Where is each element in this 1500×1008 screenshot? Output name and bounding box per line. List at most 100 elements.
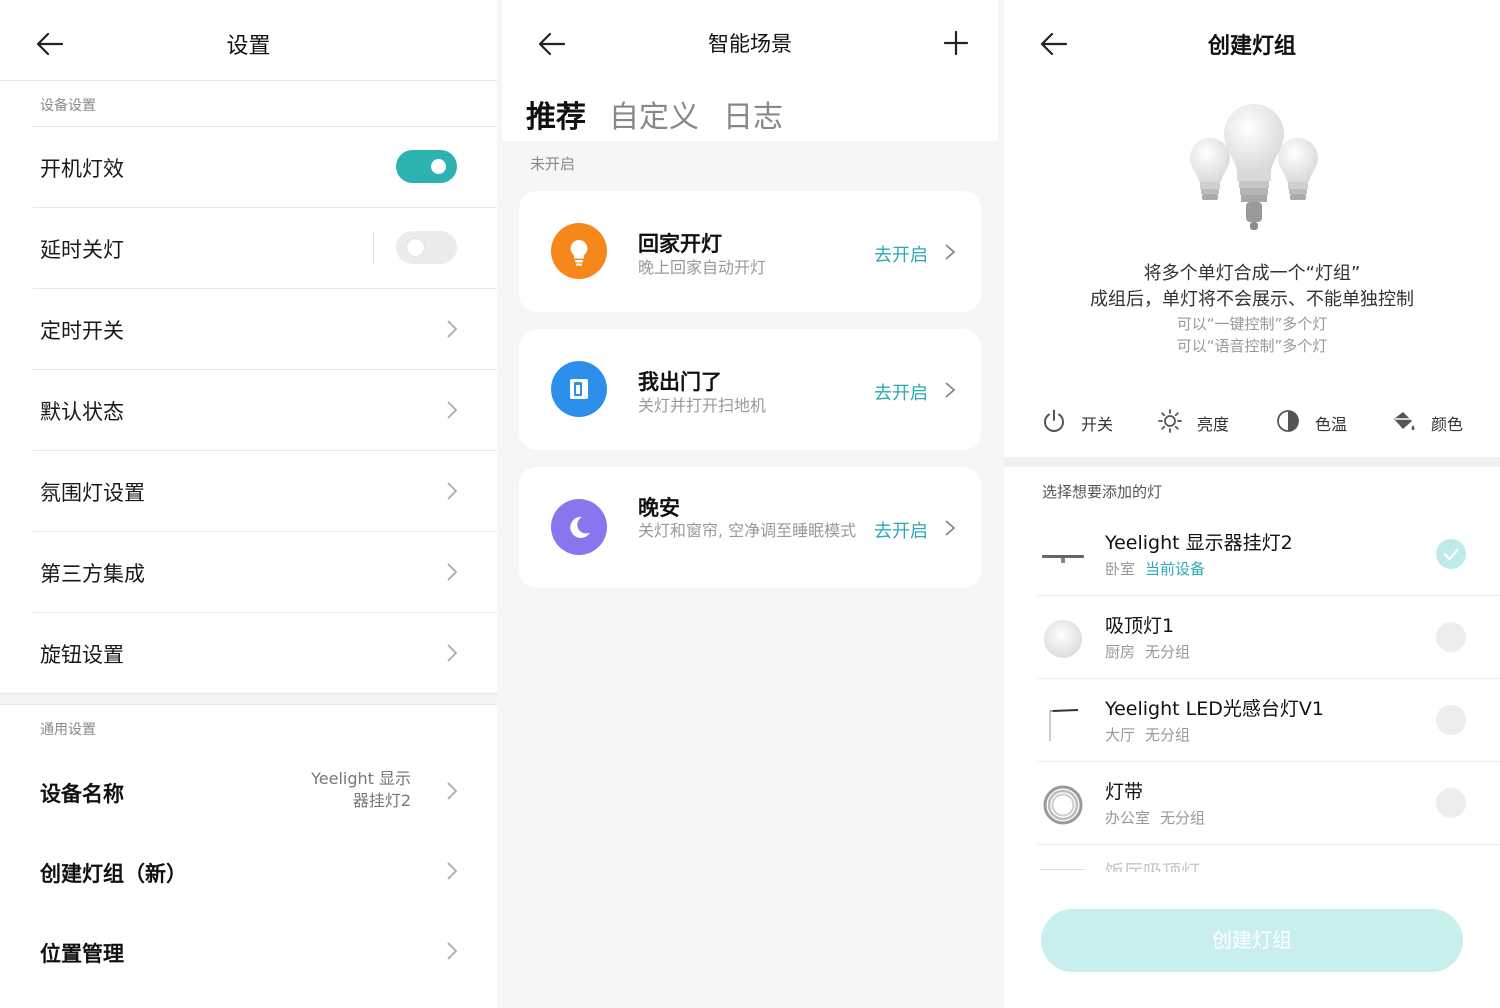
check-icon — [1443, 548, 1459, 561]
monitor-light-bar-icon — [1040, 533, 1086, 579]
lamp-name: Yeelight 显示器挂灯2 — [1105, 532, 1293, 554]
row-label: 默认状态 — [40, 400, 124, 424]
create-group-panel: 创建灯组 将多个单灯合成一个“灯组” 成组后，单灯将不会展示、不能单独控制 可以… — [1004, 0, 1500, 1008]
feature-label: 颜色 — [1431, 415, 1464, 434]
settings-row-boot-effect: 开机灯效 — [33, 126, 497, 207]
scene-title: 晚安 — [638, 496, 680, 520]
lamp-room: 卧室 — [1105, 560, 1136, 578]
intro-line: 将多个单灯合成一个“灯组” — [1143, 263, 1361, 284]
desk-lamp-icon — [1040, 699, 1086, 745]
lamp-tag: 无分组 — [1145, 726, 1191, 744]
settings-row-third-party[interactable]: 第三方集成 — [33, 531, 497, 612]
intro-note: 可以“语音控制”多个灯 — [1176, 337, 1328, 355]
row-label: 设备名称 — [40, 782, 124, 806]
lamp-tag: 无分组 — [1160, 809, 1206, 827]
lamp-room: 办公室 — [1105, 809, 1151, 827]
section-label-general: 通用设置 — [40, 722, 96, 738]
settings-row-knob[interactable]: 旋钮设置 — [33, 612, 497, 693]
page-title: 设置 — [226, 34, 271, 59]
feature-label: 亮度 — [1197, 415, 1230, 434]
lamp-item[interactable]: Yeelight 显示器挂灯2 卧室 当前设备 — [1036, 513, 1500, 596]
vertical-divider — [373, 231, 374, 265]
row-label: 延时关灯 — [40, 238, 124, 262]
device-name-value: Yeelight 显示 器挂灯2 — [311, 768, 411, 812]
partial-lamp-name: 饭厅吸顶灯 — [1105, 861, 1201, 872]
chevron-right-icon — [445, 861, 459, 881]
settings-row-create-group[interactable]: 创建灯组（新） — [40, 831, 497, 911]
tab-custom[interactable]: 自定义 — [609, 92, 699, 136]
select-lamps-label: 选择想要添加的灯 — [1042, 483, 1163, 501]
scene-title: 我出门了 — [638, 370, 722, 394]
add-scene-plus-icon[interactable] — [942, 29, 970, 57]
chevron-right-icon — [445, 781, 459, 801]
chevron-right-icon — [944, 519, 956, 537]
lamp-checkbox[interactable] — [1436, 788, 1466, 818]
chevron-right-icon — [944, 243, 956, 261]
chevron-right-icon — [445, 562, 459, 582]
section-label-device: 设备设置 — [40, 98, 96, 114]
feature-label: 色温 — [1315, 415, 1348, 434]
lamp-name: 吸顶灯1 — [1105, 615, 1175, 637]
enable-scene-link[interactable]: 去开启 — [874, 379, 928, 405]
enable-scene-link[interactable]: 去开启 — [874, 241, 928, 267]
lamp-tag: 当前设备 — [1145, 560, 1206, 578]
value-line: Yeelight 显示 — [311, 769, 411, 788]
lamp-meta: 办公室 无分组 — [1105, 807, 1205, 828]
section-divider — [1004, 457, 1500, 467]
light-strip-icon — [1040, 782, 1086, 828]
power-icon — [1044, 409, 1064, 432]
lightbulb-icon — [551, 223, 607, 279]
scene-card-goodnight[interactable]: 晚安 关灯和窗帘, 空净调至睡眠模式 去开启 — [519, 467, 981, 588]
lamp-item[interactable]: Yeelight LED光感台灯V1 大厅 无分组 — [1036, 679, 1500, 762]
page-title: 创建灯组 — [1207, 34, 1296, 59]
row-label: 定时开关 — [40, 319, 124, 343]
row-label: 开机灯效 — [40, 157, 124, 181]
chevron-right-icon — [445, 481, 459, 501]
scene-description: 晚上回家自动开灯 — [638, 258, 767, 277]
door-icon — [551, 361, 607, 417]
tab-recommended[interactable]: 推荐 — [526, 92, 586, 136]
lamp-item[interactable]: 吸顶灯1 厨房 无分组 — [1036, 596, 1500, 679]
scene-card-home[interactable]: 回家开灯 晚上回家自动开灯 去开启 — [519, 191, 981, 312]
intro-note: 可以“一键控制”多个灯 — [1176, 315, 1328, 333]
lamp-meta: 大厅 无分组 — [1105, 724, 1190, 745]
row-label: 氛围灯设置 — [40, 481, 145, 505]
brightness-icon — [1158, 409, 1182, 433]
settings-row-default-state[interactable]: 默认状态 — [33, 369, 497, 450]
settings-row-ambient[interactable]: 氛围灯设置 — [33, 450, 497, 531]
row-label: 位置管理 — [40, 942, 124, 966]
partial-lamp-thumb — [1040, 869, 1085, 870]
settings-row-delay-off: 延时关灯 — [33, 207, 497, 288]
lamp-tag: 无分组 — [1145, 643, 1191, 661]
settings-row-device-name[interactable]: 设备名称 Yeelight 显示 器挂灯2 — [40, 751, 497, 831]
value-line: 器挂灯2 — [352, 791, 411, 810]
lamp-item[interactable]: 灯带 办公室 无分组 — [1036, 762, 1500, 845]
moon-icon — [551, 499, 607, 555]
settings-row-timer[interactable]: 定时开关 — [33, 288, 497, 369]
scene-title: 回家开灯 — [638, 232, 722, 256]
toggle-knob — [407, 239, 424, 256]
enable-scene-link[interactable]: 去开启 — [874, 517, 928, 543]
ceiling-light-icon — [1040, 616, 1086, 662]
settings-row-location[interactable]: 位置管理 — [40, 911, 497, 991]
color-temp-icon — [1277, 410, 1299, 432]
boot-effect-toggle[interactable] — [396, 150, 457, 183]
row-label: 第三方集成 — [40, 562, 145, 586]
chevron-right-icon — [445, 643, 459, 663]
row-label: 旋钮设置 — [40, 643, 124, 667]
section-label-not-enabled: 未开启 — [530, 155, 576, 173]
scene-description: 关灯和窗帘, 空净调至睡眠模式 — [638, 521, 857, 540]
tab-log[interactable]: 日志 — [723, 92, 783, 136]
lamp-checkbox[interactable] — [1436, 705, 1466, 735]
delay-off-toggle[interactable] — [396, 231, 457, 264]
lamp-checkbox[interactable] — [1436, 539, 1466, 569]
scene-description: 关灯并打开扫地机 — [638, 396, 767, 415]
settings-panel: 设置 设备设置 开机灯效 延时关灯 定时开关 默认状态 氛围灯设置 第三方集成 … — [0, 0, 497, 1008]
scene-card-leave[interactable]: 我出门了 关灯并打开扫地机 去开启 — [519, 329, 981, 450]
lamp-room: 大厅 — [1105, 726, 1136, 744]
paint-bucket-icon — [1394, 412, 1415, 430]
create-group-button[interactable]: 创建灯组 — [1041, 909, 1463, 972]
lamp-name: Yeelight LED光感台灯V1 — [1105, 698, 1324, 720]
chevron-right-icon — [445, 941, 459, 961]
lamp-checkbox[interactable] — [1436, 622, 1466, 652]
